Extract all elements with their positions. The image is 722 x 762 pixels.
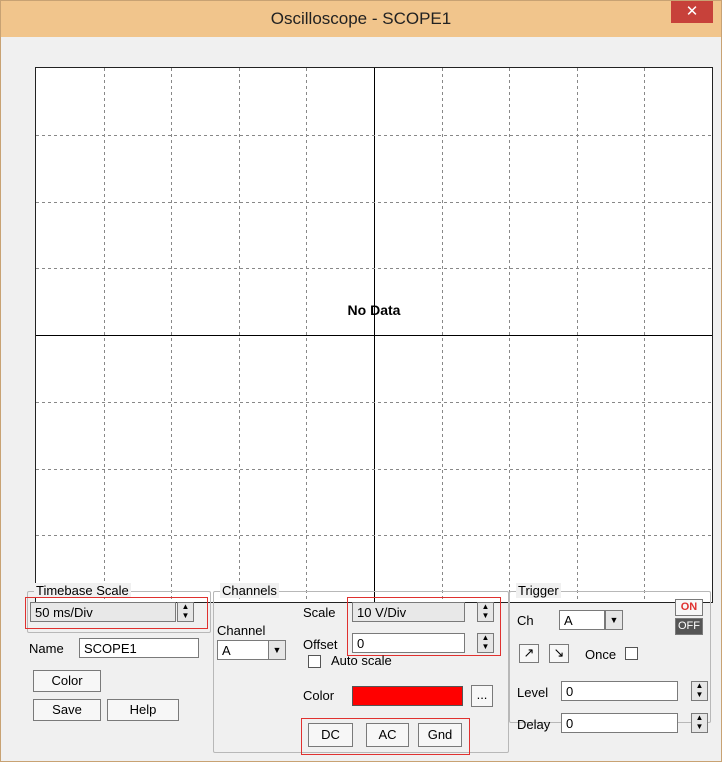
spin-down-icon[interactable]: ▼ [478,612,493,621]
once-checkbox[interactable] [625,647,638,660]
spin-down-icon[interactable]: ▼ [478,643,493,652]
scale-field[interactable]: 10 V/Div [352,602,465,622]
help-button[interactable]: Help [107,699,179,721]
channel-select[interactable]: A [217,640,269,660]
trigger-legend: Trigger [516,583,561,598]
close-icon: ✕ [685,3,699,20]
falling-edge-button[interactable]: ↘ [549,644,569,663]
timebase-legend: Timebase Scale [34,583,131,598]
spin-down-icon[interactable]: ▼ [692,691,707,700]
channel-color-swatch[interactable] [352,686,463,706]
level-label: Level [517,685,549,700]
rising-edge-icon: ↗ [523,645,535,660]
trigger-on-button[interactable]: ON [675,599,703,616]
trigger-ch-select[interactable]: A [559,610,605,630]
auto-scale-label: Auto scale [331,653,392,668]
ac-button[interactable]: AC [366,723,409,747]
level-input[interactable]: 0 [561,681,678,701]
offset-input[interactable]: 0 [352,633,465,653]
channels-legend: Channels [220,583,279,598]
dc-button[interactable]: DC [308,723,353,747]
level-spinner[interactable]: ▲ ▼ [691,681,708,701]
scope-grid [36,68,712,602]
delay-label: Delay [517,717,551,732]
save-button[interactable]: Save [33,699,101,721]
trigger-off-button[interactable]: OFF [675,618,703,635]
auto-scale-checkbox[interactable] [308,655,321,668]
channel-color-label: Color [303,688,335,703]
offset-spinner[interactable]: ▲ ▼ [477,633,494,653]
timebase-spinner[interactable]: ▲ ▼ [177,602,194,622]
color-button[interactable]: Color [33,670,101,692]
delay-spinner[interactable]: ▲ ▼ [691,713,708,733]
scale-label: Scale [303,605,336,620]
gnd-button[interactable]: Gnd [418,723,462,747]
rising-edge-button[interactable]: ↗ [519,644,539,663]
once-label: Once [585,647,617,662]
delay-input[interactable]: 0 [561,713,678,733]
spin-down-icon[interactable]: ▼ [692,723,707,732]
trigger-ch-dropdown-icon[interactable]: ▼ [605,610,623,630]
title-bar[interactable]: Oscilloscope - SCOPE1 ✕ [1,1,721,37]
timebase-scale-field[interactable]: 50 ms/Div [30,602,176,622]
channel-label: Channel [217,623,266,638]
scope-display: No Data [35,67,713,603]
channel-dropdown-icon[interactable]: ▼ [268,640,286,660]
close-button[interactable]: ✕ [671,1,713,23]
oscilloscope-window: Oscilloscope - SCOPE1 ✕ No Data Timebase… [0,0,722,762]
spin-down-icon[interactable]: ▼ [178,612,193,621]
scope-name-input[interactable]: SCOPE1 [79,638,199,658]
scale-spinner[interactable]: ▲ ▼ [477,602,494,622]
trigger-ch-label: Ch [517,613,534,628]
falling-edge-icon: ↘ [553,645,565,660]
name-label: Name [29,641,64,656]
offset-label: Offset [303,637,338,652]
no-data-message: No Data [347,302,401,318]
window-title: Oscilloscope - SCOPE1 [270,9,452,28]
color-picker-button[interactable]: ... [471,685,493,707]
client-area: No Data Timebase Scale 50 ms/Div ▲ ▼ Nam… [11,37,713,755]
